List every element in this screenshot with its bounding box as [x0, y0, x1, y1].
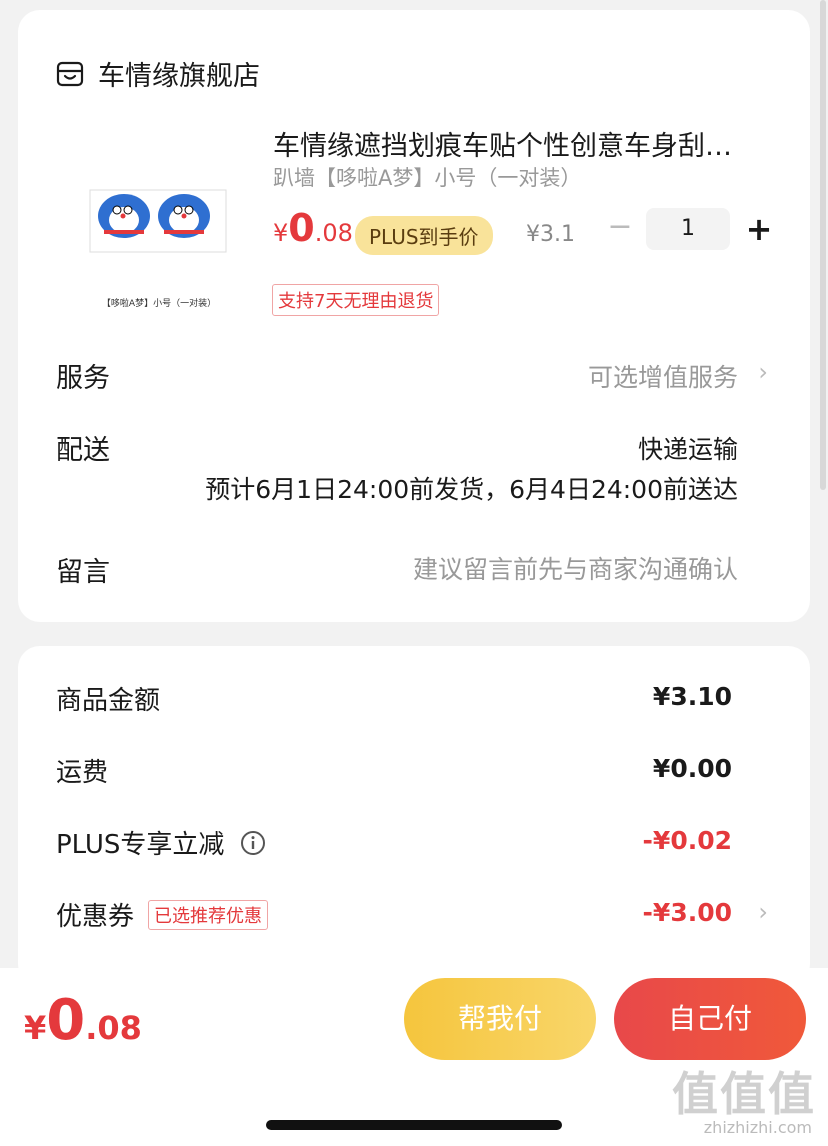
chevron-right-icon[interactable]: › — [758, 898, 768, 926]
plus-discount-label: PLUS专享立减 — [56, 824, 266, 861]
goods-amount-value: ¥3.10 — [652, 682, 732, 711]
coupon-tag: 已选推荐优惠 — [148, 899, 269, 930]
goods-amount-text: 商品金额 — [56, 686, 161, 716]
watermark-url: zhizhizhi.com — [703, 1118, 812, 1137]
plus-price-badge: PLUS到手价 — [355, 216, 493, 255]
chevron-right-icon[interactable]: › — [758, 358, 768, 386]
message-label: 留言 — [56, 557, 110, 588]
price-integer: 0 — [288, 206, 315, 250]
store-header[interactable]: 车情缘旗舰店 — [56, 54, 260, 93]
amount-summary-card: 商品金额 ¥3.10 运费 ¥0.00 PLUS专享立减 -¥0.02 优惠券 … — [18, 646, 810, 986]
scrollbar[interactable] — [820, 0, 826, 490]
shipping-label: 运费 — [56, 752, 108, 789]
price-decimal: .08 — [314, 219, 353, 247]
return-policy-tag: 支持7天无理由退货 — [272, 284, 440, 316]
total-currency: ¥ — [24, 1009, 47, 1047]
service-value[interactable]: 可选增值服务 — [588, 358, 738, 394]
coupon-label[interactable]: 优惠券 已选推荐优惠 — [56, 896, 269, 933]
product-spec[interactable]: 趴墙【哆啦A梦】小号（一对装） — [273, 162, 581, 192]
quantity-increase-button[interactable]: + — [744, 208, 774, 250]
home-indicator[interactable] — [266, 1120, 562, 1130]
help-pay-button[interactable]: 帮我付 — [404, 978, 596, 1060]
coupon-text: 优惠券 — [56, 902, 135, 932]
product-thumbnail[interactable]: 【哆啦A梦】小号（一对装） — [84, 180, 234, 310]
info-icon[interactable] — [240, 830, 266, 856]
goods-amount-label: 商品金额 — [56, 680, 160, 717]
service-label: 服务 — [56, 363, 110, 394]
delivery-method[interactable]: 快递运输 — [638, 430, 738, 466]
watermark-logo: 值值值 — [672, 1067, 816, 1121]
order-item-card: 车情缘旗舰店 【哆啦A梦】小号（一对装） 车情缘遮挡划痕车贴个性创意车身刮… 趴… — [18, 10, 810, 622]
total-integer: 0 — [46, 988, 86, 1053]
shipping-value: ¥0.00 — [652, 754, 732, 783]
product-image — [89, 189, 227, 253]
total-decimal: .08 — [85, 1009, 142, 1047]
plus-discount-value: -¥0.02 — [642, 826, 732, 855]
delivery-label: 配送 — [56, 435, 110, 466]
total-price: ¥ 0 .08 — [24, 988, 142, 1053]
plus-discount-text: PLUS专享立减 — [56, 830, 225, 860]
product-title[interactable]: 车情缘遮挡划痕车贴个性创意车身刮… — [273, 124, 773, 163]
self-pay-button[interactable]: 自己付 — [614, 978, 806, 1060]
original-price: ¥3.1 — [526, 222, 575, 247]
message-input[interactable]: 建议留言前先与商家沟通确认 — [413, 550, 738, 586]
quantity-decrease-button[interactable]: − — [606, 210, 634, 244]
delivery-estimate: 预计6月1日24:00前发货，6月4日24:00前送达 — [205, 475, 738, 504]
shipping-text: 运费 — [56, 758, 109, 788]
quantity-input[interactable]: 1 — [646, 208, 730, 250]
thumbnail-caption: 【哆啦A梦】小号（一对装） — [101, 299, 217, 309]
coupon-value[interactable]: -¥3.00 — [643, 898, 732, 927]
price-currency: ¥ — [273, 219, 289, 247]
store-name: 车情缘旗舰店 — [98, 61, 260, 92]
plus-price: ¥ 0 .08 — [273, 206, 353, 250]
store-icon — [56, 61, 84, 86]
